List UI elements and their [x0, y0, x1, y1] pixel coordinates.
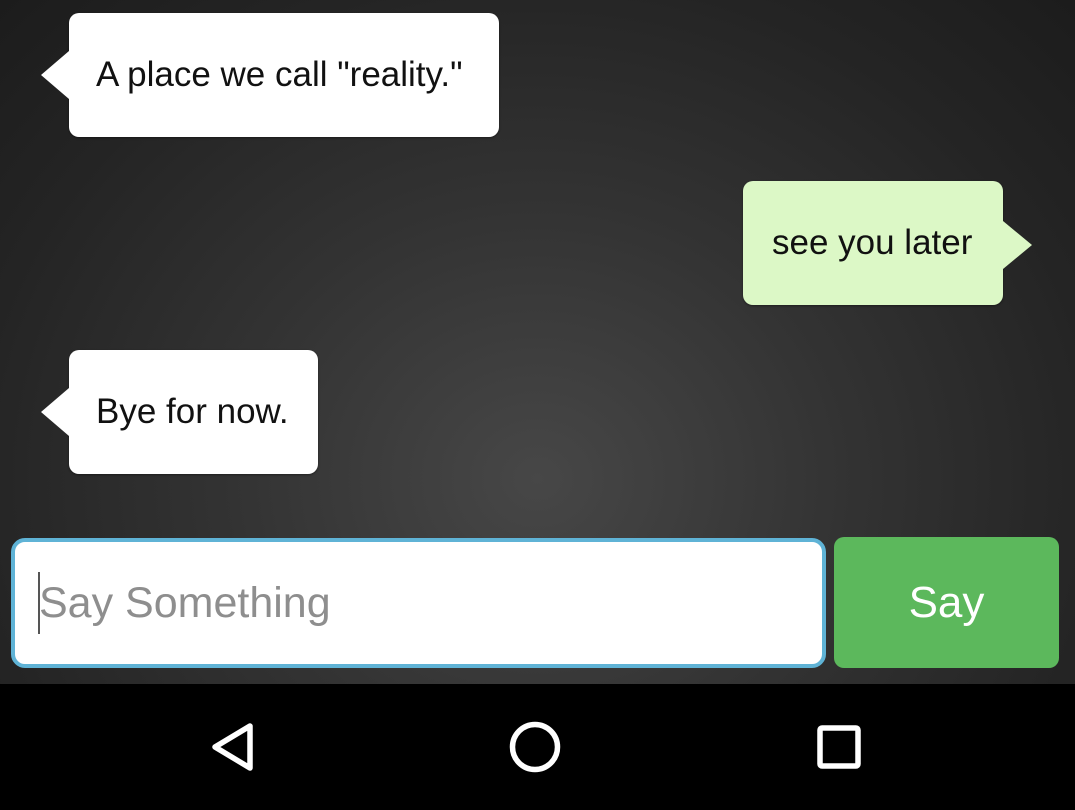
home-button[interactable] — [485, 698, 585, 796]
message-text: A place we call "reality." — [96, 55, 463, 94]
say-button[interactable]: Say — [834, 537, 1059, 668]
recents-square-icon — [817, 725, 861, 769]
chat-screen: A place we call "reality." see you later… — [0, 0, 1075, 810]
recents-button[interactable] — [789, 698, 889, 796]
home-circle-icon — [509, 721, 561, 773]
text-cursor — [38, 572, 40, 634]
incoming-message-bubble: A place we call "reality." — [41, 13, 499, 137]
message-input[interactable] — [11, 538, 826, 668]
incoming-message-bubble: Bye for now. — [41, 350, 318, 474]
message-text: Bye for now. — [96, 392, 289, 431]
message-text: see you later — [772, 223, 973, 262]
system-navigation-bar — [0, 684, 1075, 810]
back-triangle-icon — [212, 723, 253, 771]
back-button[interactable] — [183, 698, 283, 796]
outgoing-message-bubble: see you later — [743, 181, 1032, 305]
